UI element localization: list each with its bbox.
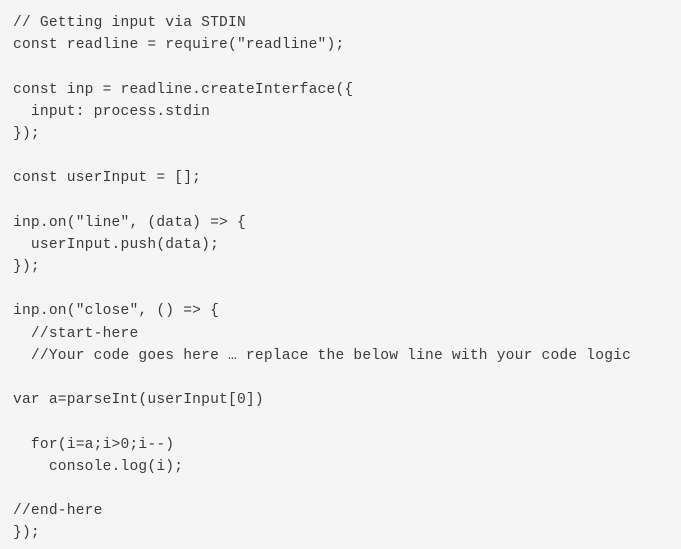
code-line-8[interactable]: const userInput = []; xyxy=(13,167,681,189)
code-line-12[interactable]: }); xyxy=(13,256,681,278)
code-editor[interactable]: // Getting input via STDIN const readlin… xyxy=(0,0,681,549)
code-line-18[interactable]: var a=parseInt(userInput[0]) xyxy=(13,389,681,411)
code-line-3[interactable] xyxy=(13,56,681,78)
code-line-5[interactable]: input: process.stdin xyxy=(13,101,681,123)
code-line-7[interactable] xyxy=(13,145,681,167)
code-block[interactable]: // Getting input via STDIN const readlin… xyxy=(13,12,681,545)
code-line-15[interactable]: //start-here xyxy=(13,323,681,345)
code-line-17[interactable] xyxy=(13,367,681,389)
code-line-23[interactable]: //end-here xyxy=(13,500,681,522)
code-line-14[interactable]: inp.on("close", () => { xyxy=(13,300,681,322)
code-line-6[interactable]: }); xyxy=(13,123,681,145)
code-line-13[interactable] xyxy=(13,278,681,300)
code-line-9[interactable] xyxy=(13,190,681,212)
code-line-22[interactable] xyxy=(13,478,681,500)
code-line-20[interactable]: for(i=a;i>0;i--) xyxy=(13,434,681,456)
code-line-4[interactable]: const inp = readline.createInterface({ xyxy=(13,79,681,101)
code-line-1[interactable]: // Getting input via STDIN xyxy=(13,12,681,34)
code-line-19[interactable] xyxy=(13,411,681,433)
code-line-11[interactable]: userInput.push(data); xyxy=(13,234,681,256)
code-line-21[interactable]: console.log(i); xyxy=(13,456,681,478)
code-line-2[interactable]: const readline = require("readline"); xyxy=(13,34,681,56)
code-line-10[interactable]: inp.on("line", (data) => { xyxy=(13,212,681,234)
code-line-16[interactable]: //Your code goes here … replace the belo… xyxy=(13,345,681,367)
code-line-24[interactable]: }); xyxy=(13,522,681,544)
